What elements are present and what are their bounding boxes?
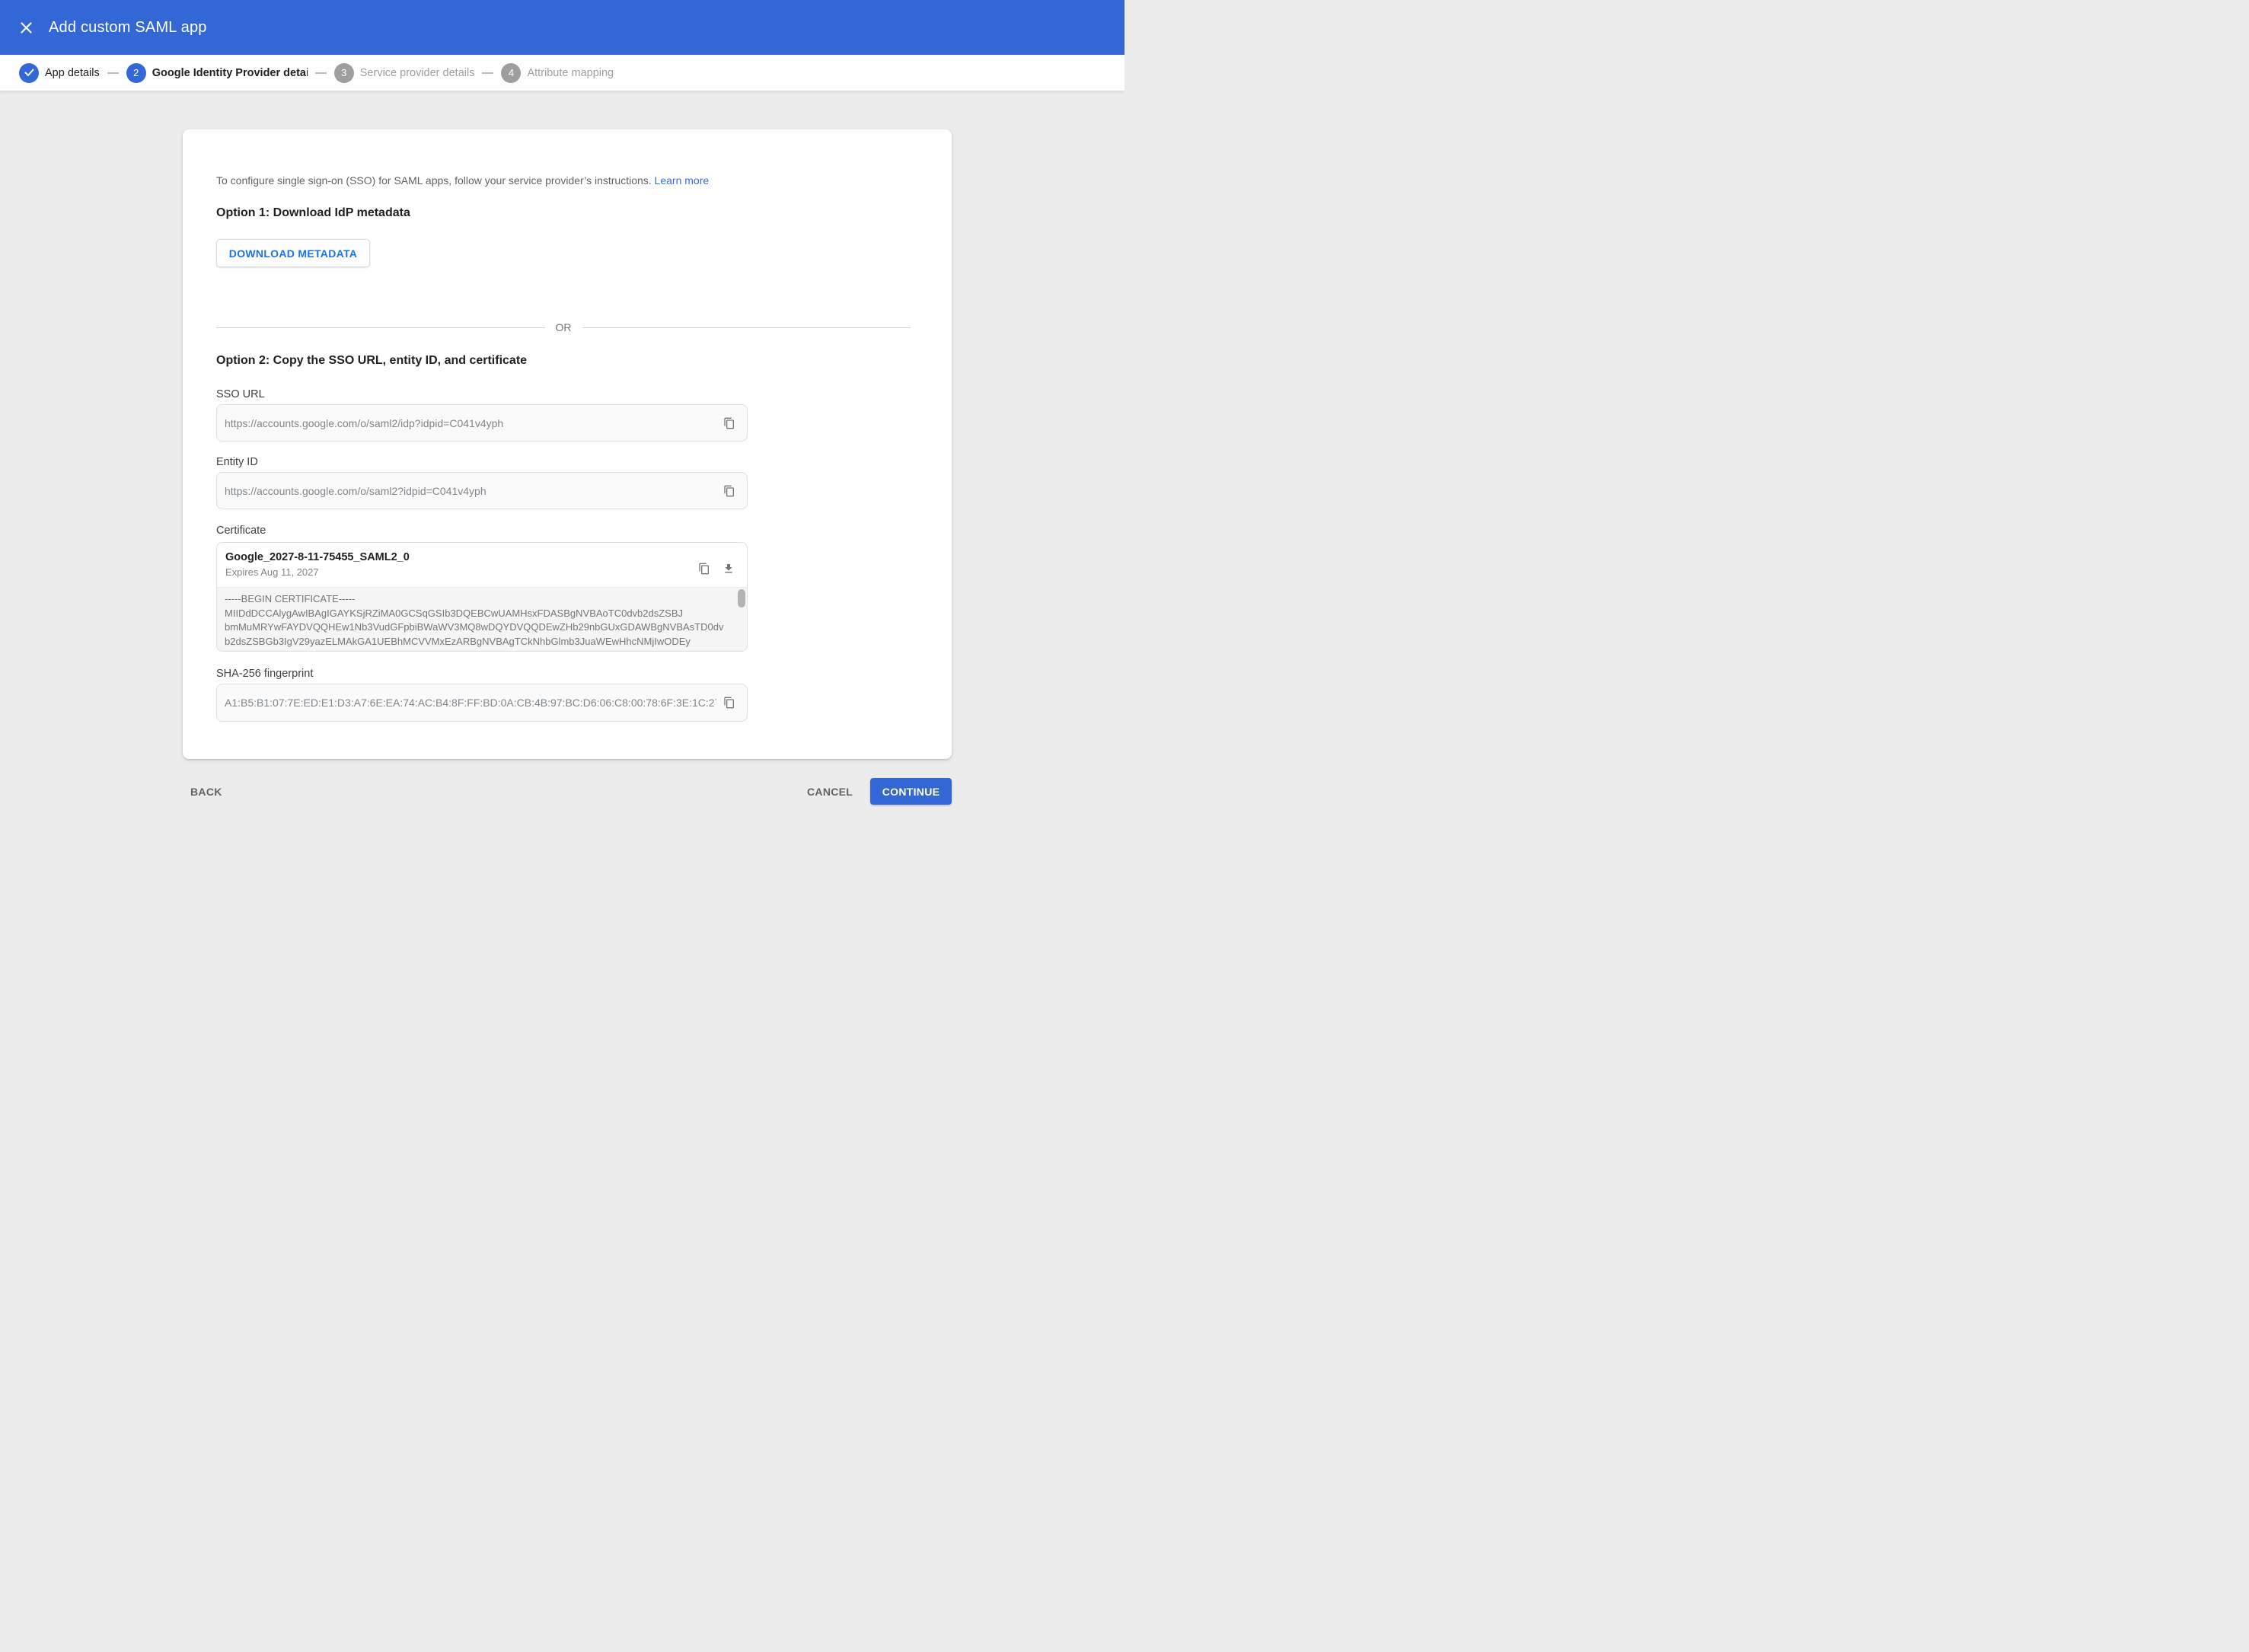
step-label: Google Identity Provider details	[152, 67, 308, 79]
step-number-circle: 2	[126, 63, 146, 83]
step-connector	[107, 72, 119, 74]
step-attribute-mapping[interactable]: 4 Attribute mapping	[501, 63, 614, 83]
entity-id-label: Entity ID	[216, 456, 918, 469]
learn-more-link[interactable]: Learn more	[655, 174, 710, 187]
stepper: App details 2 Google Identity Provider d…	[0, 55, 1124, 91]
certificate-pem-text: -----BEGIN CERTIFICATE----- MIIDdDCCAlyg…	[225, 592, 729, 649]
sha256-value: A1:B5:B1:07:7E:ED:E1:D3:A7:6E:EA:74:AC:B…	[225, 697, 716, 709]
sso-url-value: https://accounts.google.com/o/saml2/idp?…	[225, 417, 503, 429]
sha256-field: A1:B5:B1:07:7E:ED:E1:D3:A7:6E:EA:74:AC:B…	[216, 684, 748, 722]
download-metadata-button[interactable]: DOWNLOAD METADATA	[216, 239, 370, 267]
continue-button[interactable]: CONTINUE	[870, 778, 952, 805]
footer-actions: BACK CANCEL CONTINUE	[0, 773, 1124, 811]
step-complete-circle	[19, 63, 39, 83]
step-connector	[482, 72, 493, 74]
divider-label: OR	[545, 321, 582, 333]
step-service-provider-details[interactable]: 3 Service provider details	[334, 63, 475, 83]
dialog-title: Add custom SAML app	[49, 19, 207, 37]
step-label: Service provider details	[360, 67, 475, 79]
divider-line	[216, 327, 545, 328]
divider-line	[582, 327, 911, 328]
copy-icon	[698, 563, 710, 575]
copy-icon	[723, 417, 735, 429]
certificate-box: Google_2027-8-11-75455_SAML2_0 Expires A…	[216, 542, 748, 652]
copy-icon	[723, 697, 735, 709]
cancel-button[interactable]: CANCEL	[799, 778, 860, 805]
sso-url-field: https://accounts.google.com/o/saml2/idp?…	[216, 404, 748, 442]
certificate-label: Certificate	[216, 525, 918, 537]
step-label: Attribute mapping	[527, 67, 614, 79]
copy-sso-url-button[interactable]	[720, 414, 739, 432]
close-button[interactable]	[14, 15, 38, 40]
certificate-text-area[interactable]: -----BEGIN CERTIFICATE----- MIIDdDCCAlyg…	[217, 587, 747, 651]
back-button[interactable]: BACK	[183, 778, 230, 805]
copy-certificate-button[interactable]	[695, 560, 713, 578]
intro-sentence: To configure single sign-on (SSO) for SA…	[216, 174, 652, 187]
check-icon	[24, 69, 34, 77]
step-number-circle: 4	[501, 63, 521, 83]
download-certificate-button[interactable]	[719, 560, 738, 578]
idp-details-card: To configure single sign-on (SSO) for SA…	[183, 129, 952, 759]
entity-id-value: https://accounts.google.com/o/saml2?idpi…	[225, 485, 486, 497]
certificate-name: Google_2027-8-11-75455_SAML2_0	[225, 550, 686, 565]
certificate-header: Google_2027-8-11-75455_SAML2_0 Expires A…	[217, 543, 747, 587]
step-connector	[315, 72, 327, 74]
sso-url-label: SSO URL	[216, 388, 918, 401]
appbar: Add custom SAML app	[0, 0, 1124, 55]
sha256-label: SHA-256 fingerprint	[216, 668, 918, 681]
copy-icon	[723, 485, 735, 497]
or-divider: OR	[216, 320, 911, 335]
copy-sha256-button[interactable]	[720, 694, 739, 712]
step-google-idp-details[interactable]: 2 Google Identity Provider details	[126, 63, 308, 83]
intro-text: To configure single sign-on (SSO) for SA…	[216, 173, 918, 188]
close-icon	[21, 22, 32, 33]
add-custom-saml-app-dialog: Add custom SAML app App details 2 Google…	[0, 0, 1124, 826]
option2-heading: Option 2: Copy the SSO URL, entity ID, a…	[216, 352, 918, 369]
step-number-circle: 3	[334, 63, 354, 83]
certificate-expiry: Expires Aug 11, 2027	[225, 566, 686, 578]
download-icon	[723, 563, 735, 575]
certificate-scrollbar-thumb[interactable]	[738, 589, 745, 608]
step-label: App details	[45, 67, 100, 79]
step-app-details[interactable]: App details	[19, 63, 100, 83]
copy-entity-id-button[interactable]	[720, 482, 739, 500]
entity-id-field: https://accounts.google.com/o/saml2?idpi…	[216, 472, 748, 509]
option1-heading: Option 1: Download IdP metadata	[216, 205, 918, 222]
